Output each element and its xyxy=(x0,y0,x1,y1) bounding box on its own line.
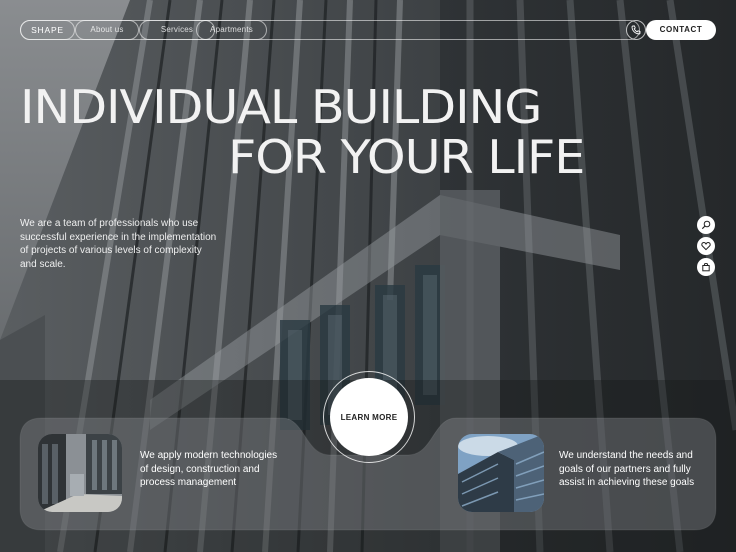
learn-more-button[interactable]: LEARN MORE xyxy=(330,378,408,456)
card-image-street xyxy=(38,434,122,512)
card-image-towers xyxy=(458,434,544,512)
card-text-technologies: We apply modern technologies of design, … xyxy=(140,450,278,488)
card-text-partners: We understand the needs and goals of our… xyxy=(559,450,695,488)
